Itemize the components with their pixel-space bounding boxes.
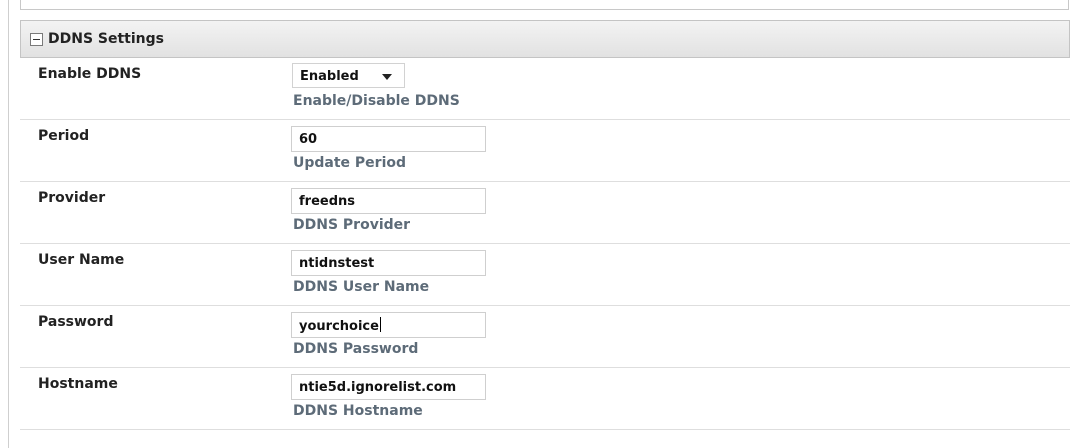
enable-ddns-row: Enable DDNS Enabled Enable/Disable DDNS bbox=[20, 58, 1070, 120]
period-row: Period 60 Update Period bbox=[20, 120, 1070, 182]
hostname-row: Hostname ntie5d.ignorelist.com DDNS Host… bbox=[20, 368, 1070, 430]
collapse-minus-icon[interactable] bbox=[30, 32, 43, 46]
top-panel-edge bbox=[20, 0, 1069, 10]
text-cursor bbox=[379, 317, 381, 332]
hostname-input[interactable]: ntie5d.ignorelist.com bbox=[291, 374, 486, 400]
period-hint: Update Period bbox=[293, 155, 407, 171]
password-label: Password bbox=[38, 314, 114, 330]
password-row: Password yourchoice DDNS Password bbox=[20, 306, 1070, 368]
password-hint: DDNS Password bbox=[293, 341, 419, 357]
period-label: Period bbox=[38, 128, 90, 144]
enable-ddns-label: Enable DDNS bbox=[38, 66, 142, 82]
provider-row: Provider freedns DDNS Provider bbox=[20, 182, 1070, 244]
section-title: DDNS Settings bbox=[48, 31, 164, 47]
password-input[interactable]: yourchoice bbox=[291, 312, 486, 338]
password-value: yourchoice bbox=[299, 319, 379, 334]
provider-label: Provider bbox=[38, 190, 106, 206]
enable-ddns-hint: Enable/Disable DDNS bbox=[293, 93, 460, 109]
enable-ddns-selected-value: Enabled bbox=[300, 69, 359, 84]
hostname-hint: DDNS Hostname bbox=[293, 403, 423, 419]
user-name-row: User Name ntidnstest DDNS User Name bbox=[20, 244, 1070, 306]
dropdown-arrow-icon[interactable] bbox=[382, 74, 392, 80]
enable-ddns-select[interactable]: Enabled bbox=[292, 63, 405, 88]
ddns-settings-header[interactable]: DDNS Settings bbox=[20, 20, 1070, 58]
hostname-label: Hostname bbox=[38, 376, 118, 392]
period-input[interactable]: 60 bbox=[291, 126, 486, 152]
provider-hint: DDNS Provider bbox=[293, 217, 411, 233]
provider-input[interactable]: freedns bbox=[291, 188, 486, 214]
user-name-label: User Name bbox=[38, 252, 125, 268]
user-name-input[interactable]: ntidnstest bbox=[291, 250, 486, 276]
user-name-hint: DDNS User Name bbox=[293, 279, 430, 295]
